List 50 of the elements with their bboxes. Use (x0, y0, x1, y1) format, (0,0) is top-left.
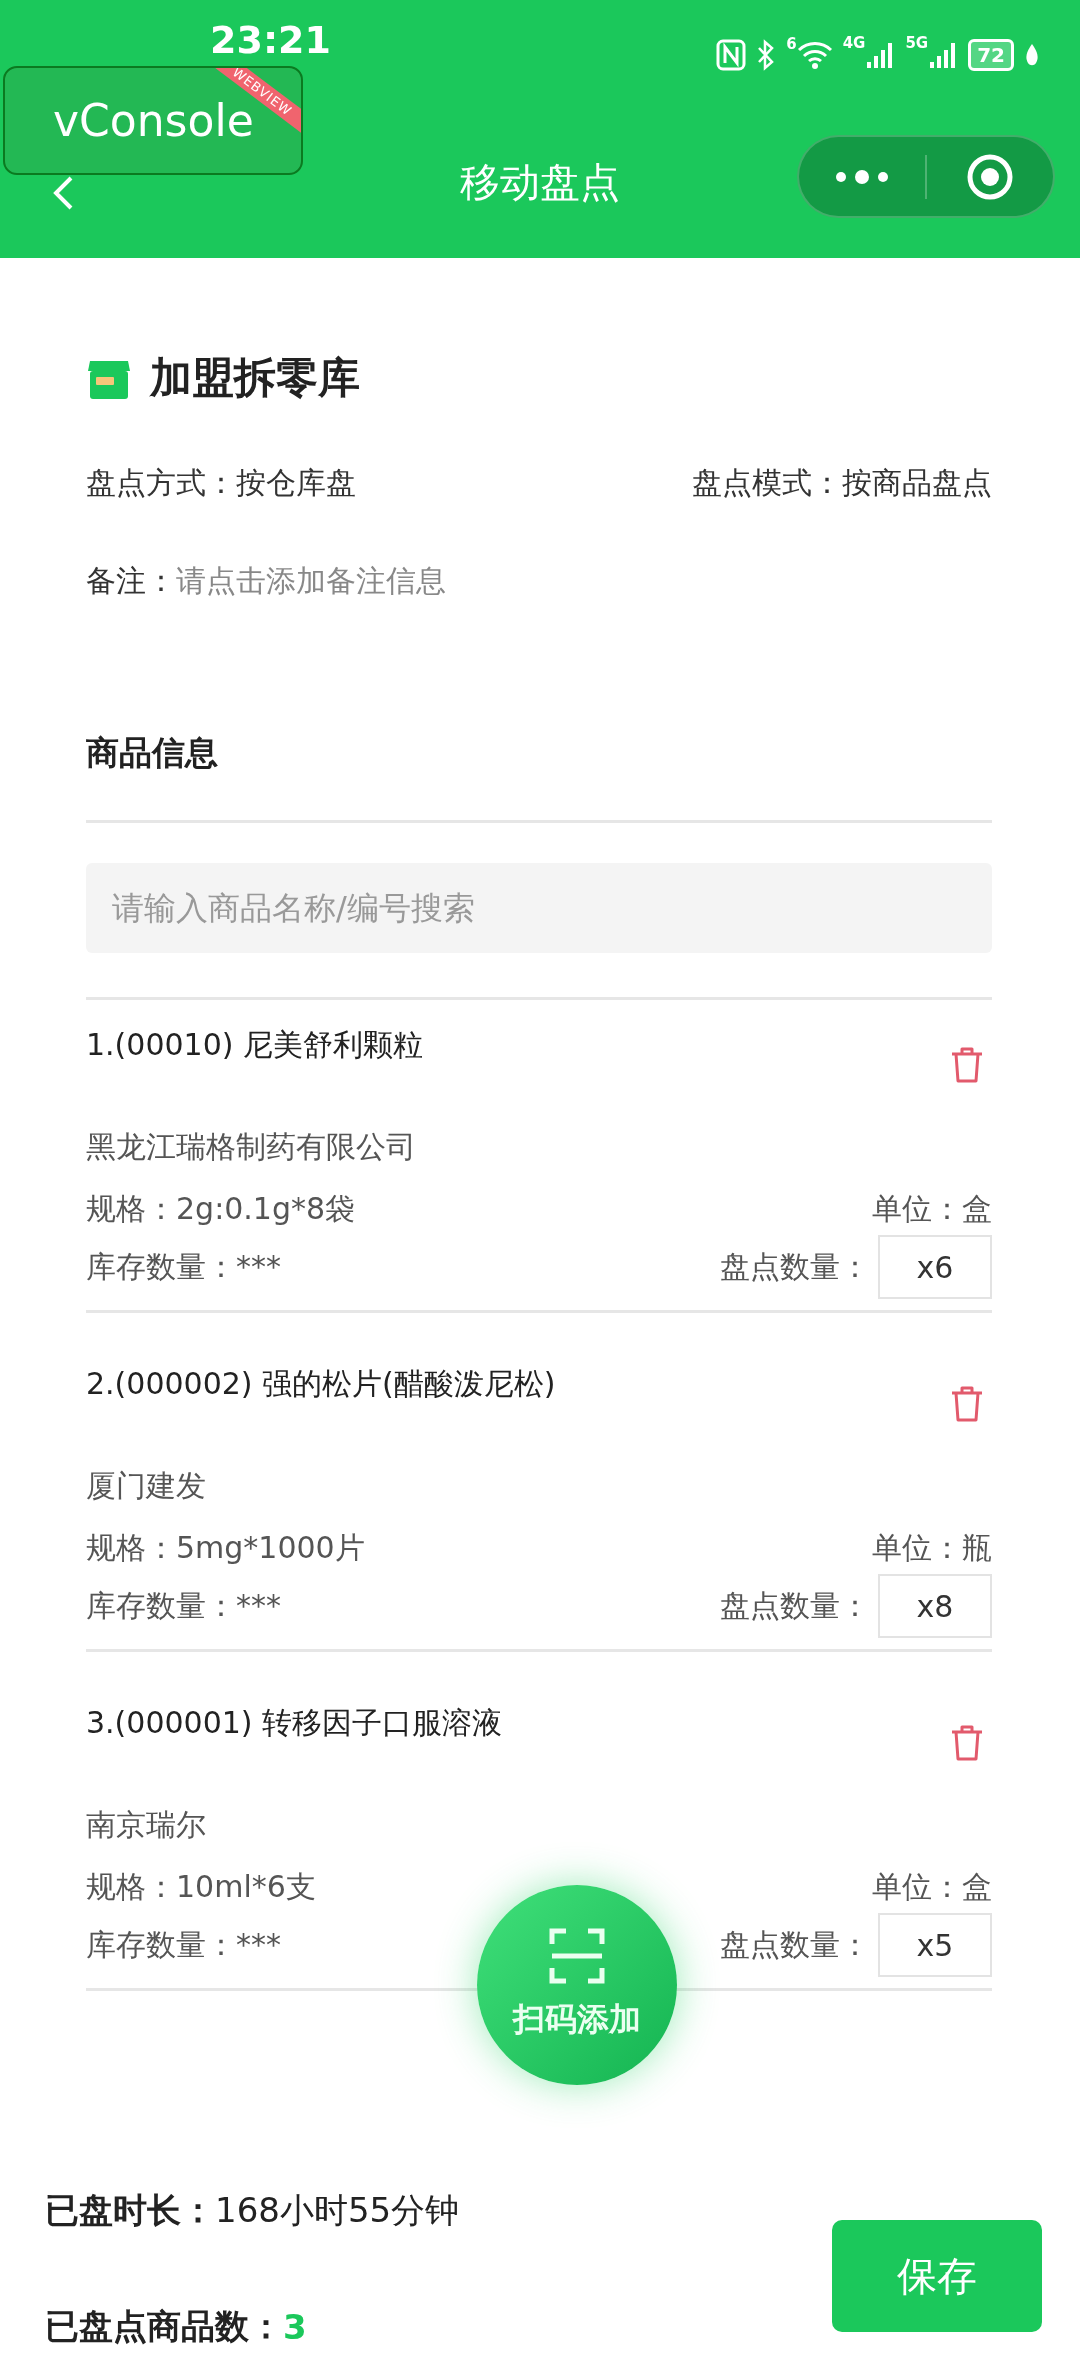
scan-icon (549, 1928, 605, 1984)
scan-add-button[interactable]: 扫码添加 (477, 1885, 677, 2085)
unit-text: 单位：盒 (872, 1189, 992, 1228)
product-title: 1.(00010) 尼美舒利颗粒 (86, 1025, 423, 1064)
more-icon[interactable] (833, 168, 891, 185)
leaf-icon (1024, 43, 1040, 67)
delete-icon[interactable] (950, 1046, 984, 1084)
quantity-field[interactable]: x8 (878, 1574, 992, 1638)
stock-text: 库存数量：*** (86, 1247, 281, 1286)
wifi-icon (796, 41, 833, 69)
product-title: 2.(000002) 强的松片(醋酸泼尼松) (86, 1364, 556, 1403)
manufacturer-text: 厦门建发 (86, 1467, 207, 1505)
manufacturer-text: 黑龙江瑞格制药有限公司 (86, 1128, 417, 1166)
quantity-field[interactable]: x5 (878, 1913, 992, 1977)
status-time: 23:21 (210, 20, 331, 60)
unit-text: 单位：盒 (872, 1867, 992, 1906)
save-button[interactable]: 保存 (832, 2220, 1042, 2332)
unit-text: 单位：瓶 (872, 1528, 992, 1567)
count-label: 盘点数量： (720, 1925, 870, 1964)
section-title: 商品信息 (86, 731, 219, 774)
spec-text: 规格：5mg*1000片 (86, 1528, 365, 1567)
page-title: 移动盘点 (460, 157, 620, 207)
stock-text: 库存数量：*** (86, 1925, 281, 1964)
network-label: 5G (905, 34, 929, 52)
method-text: 盘点方式：按仓库盘 (86, 463, 356, 502)
counted-label: 已盘点商品数： (45, 2305, 283, 2348)
count-label: 盘点数量： (720, 1586, 870, 1625)
mode-text: 盘点模式：按商品盘点 (692, 463, 992, 502)
nfc-icon (716, 39, 747, 71)
back-icon[interactable] (52, 176, 74, 210)
close-icon[interactable] (966, 152, 1014, 201)
battery-level: 72 (968, 39, 1014, 71)
count-label: 盘点数量： (720, 1247, 870, 1286)
remark-label: 备注： (86, 561, 176, 600)
counted-value: 3 (283, 2307, 307, 2347)
network-label: 6 (786, 35, 797, 53)
network-label: 4G (842, 34, 866, 52)
spec-text: 规格：10ml*6支 (86, 1867, 316, 1906)
duration-value: 168小时55分钟 (215, 2189, 460, 2232)
spec-text: 规格：2g:0.1g*8袋 (86, 1189, 356, 1228)
delete-icon[interactable] (950, 1385, 984, 1423)
quantity-field[interactable]: x6 (878, 1235, 992, 1299)
delete-icon[interactable] (950, 1724, 984, 1762)
remark-link[interactable]: 请点击添加备注信息 (176, 560, 446, 602)
search-field[interactable]: 请输入商品名称/编号搜索 (86, 863, 992, 953)
product-title: 3.(000001) 转移因子口服溶液 (86, 1703, 503, 1742)
stock-text: 库存数量：*** (86, 1586, 281, 1625)
duration-label: 已盘时长： (45, 2189, 215, 2232)
manufacturer-text: 南京瑞尔 (86, 1806, 207, 1844)
warehouse-name: 加盟拆零库 (150, 352, 360, 404)
